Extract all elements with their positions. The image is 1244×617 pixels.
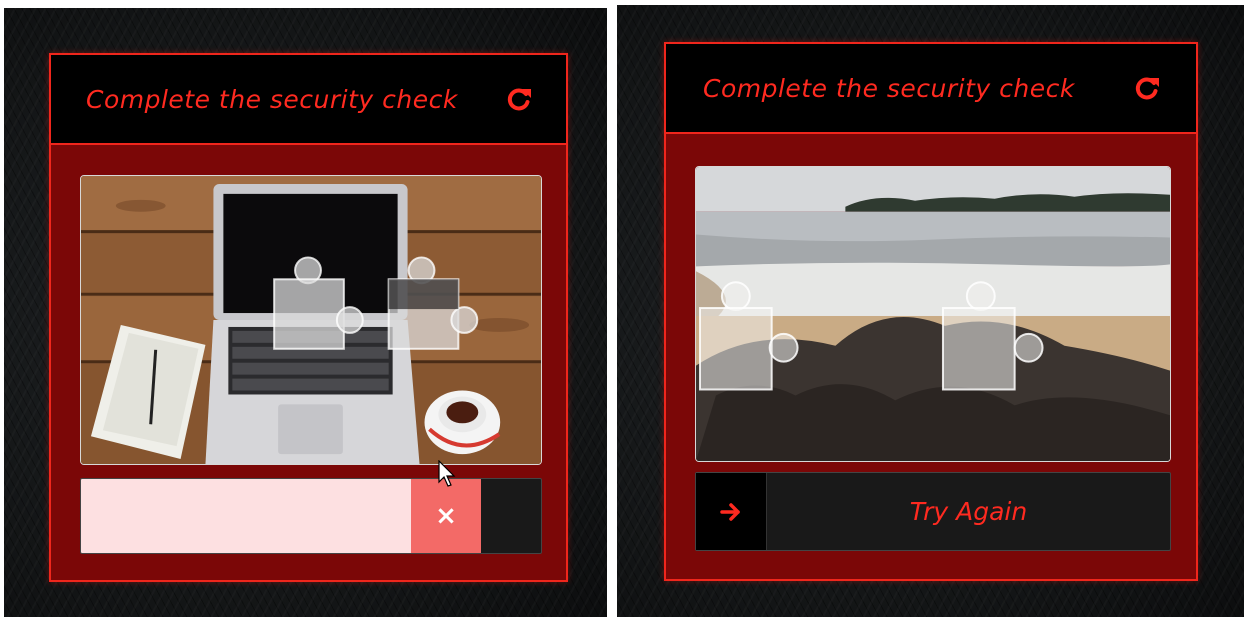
captcha-title: Complete the security check <box>86 84 458 114</box>
refresh-icon[interactable] <box>504 84 534 114</box>
slider-handle[interactable] <box>696 473 767 550</box>
captcha-widget-left: Complete the security check × <box>49 53 568 582</box>
slider-handle[interactable]: × <box>411 479 481 553</box>
try-again-message: Try Again <box>909 497 1028 526</box>
refresh-icon[interactable] <box>1132 73 1162 103</box>
puzzle-image <box>695 166 1171 462</box>
puzzle-image <box>80 175 542 465</box>
slider-track[interactable]: Try Again <box>695 472 1171 551</box>
captcha-header: Complete the security check <box>51 55 566 145</box>
mouse-cursor-icon <box>438 460 456 487</box>
arrow-right-icon <box>720 502 740 521</box>
captcha-title: Complete the security check <box>703 73 1075 103</box>
captcha-widget-right: Complete the security check Try Again <box>664 42 1198 581</box>
slider-track[interactable]: × <box>80 478 542 554</box>
close-x-icon: × <box>435 501 457 531</box>
slider-progress-fill <box>81 479 411 553</box>
captcha-header: Complete the security check <box>666 44 1196 134</box>
